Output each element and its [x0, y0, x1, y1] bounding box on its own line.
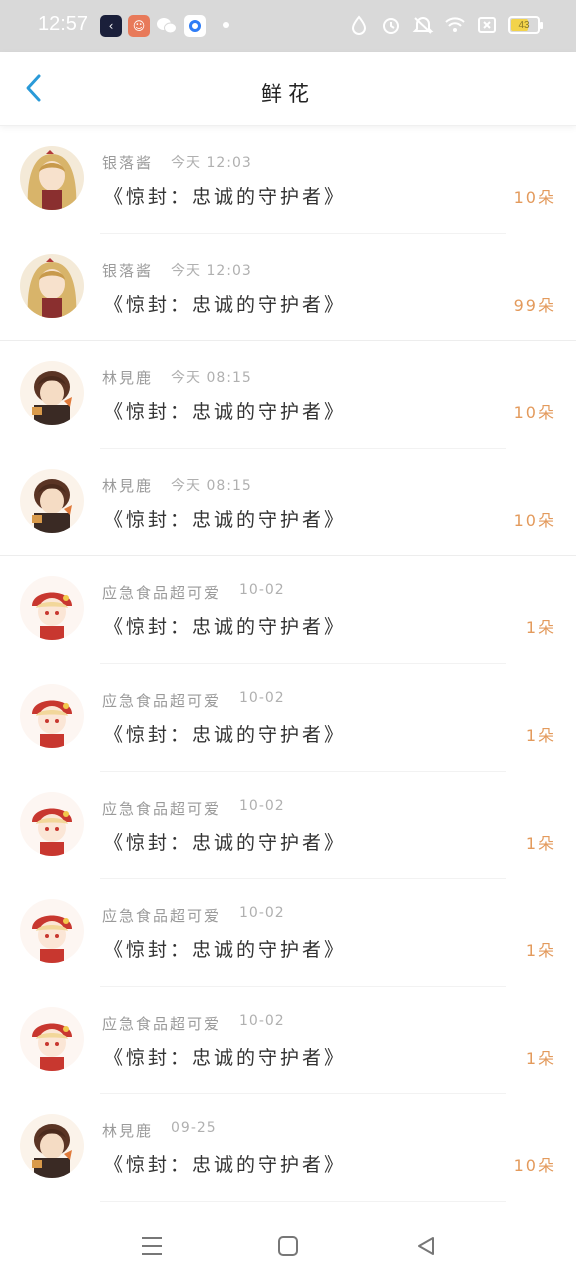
- flower-count: 1朵: [525, 725, 556, 745]
- battery-icon: 43: [508, 16, 543, 34]
- alarm-icon: [380, 14, 402, 36]
- sender-name[interactable]: 林見鹿: [102, 475, 153, 496]
- book-title[interactable]: 《惊封：忠诚的守护者》: [104, 1043, 346, 1070]
- list-item[interactable]: 银落酱 今天 12:03 《惊封：忠诚的守护者》 10朵: [0, 126, 576, 234]
- sender-name[interactable]: 银落酱: [102, 152, 153, 173]
- flower-count: 1朵: [525, 833, 556, 853]
- item-meta: 应急食品超可爱 10-02: [102, 798, 285, 819]
- status-bar: 12:57 ‹ ☺ 43: [0, 0, 576, 52]
- page-title: 鲜花: [261, 82, 315, 106]
- book-title[interactable]: 《惊封：忠诚的守护者》: [104, 720, 346, 747]
- recent-apps-button[interactable]: [138, 1232, 166, 1260]
- avatar[interactable]: [20, 146, 84, 210]
- send-time: 10-02: [239, 689, 285, 706]
- list-item[interactable]: 应急食品超可爱 10-02 《惊封：忠诚的守护者》 1朵: [0, 987, 576, 1095]
- item-meta: 林見鹿 今天 08:15: [102, 475, 252, 496]
- item-meta: 应急食品超可爱 10-02: [102, 582, 285, 603]
- flower-count: 10朵: [513, 403, 556, 423]
- item-meta: 应急食品超可爱 10-02: [102, 1013, 285, 1034]
- book-title[interactable]: 《惊封：忠诚的守护者》: [104, 290, 346, 317]
- sender-name[interactable]: 应急食品超可爱: [102, 905, 221, 926]
- home-button[interactable]: [274, 1232, 302, 1260]
- avatar[interactable]: [20, 361, 84, 426]
- send-time: 今天 08:15: [171, 370, 252, 387]
- flower-count: 1朵: [525, 941, 556, 961]
- mute-icon: [412, 14, 434, 36]
- sender-name[interactable]: 林見鹿: [102, 367, 153, 388]
- no-sim-icon: [476, 14, 498, 36]
- book-title[interactable]: 《惊封：忠诚的守护者》: [104, 397, 346, 424]
- avatar[interactable]: [20, 468, 84, 533]
- item-meta: 应急食品超可爱 10-02: [102, 905, 285, 926]
- triangle-back-icon: [418, 1237, 434, 1255]
- back-nav-button[interactable]: [412, 1232, 440, 1260]
- avatar[interactable]: [20, 253, 84, 318]
- system-nav-bar: [0, 1210, 576, 1280]
- avatar[interactable]: [20, 1006, 84, 1071]
- sender-name[interactable]: 应急食品超可爱: [102, 582, 221, 603]
- avatar[interactable]: [20, 791, 84, 856]
- notification-icons: ‹ ☺: [100, 15, 206, 37]
- flower-count: 10朵: [513, 510, 556, 530]
- book-title[interactable]: 《惊封：忠诚的守护者》: [104, 828, 346, 855]
- menu-icon: [142, 1237, 162, 1255]
- divider: [100, 1200, 506, 1202]
- avatar[interactable]: [20, 1114, 84, 1179]
- send-time: 10-02: [239, 797, 285, 814]
- battery-level: 43: [518, 19, 530, 31]
- book-title[interactable]: 《惊封：忠诚的守护者》: [104, 505, 346, 532]
- sender-name[interactable]: 林見鹿: [102, 1120, 153, 1141]
- app-icon-avatar: ☺: [128, 15, 150, 37]
- send-time: 今天 12:03: [171, 155, 252, 171]
- item-meta: 林見鹿 09-25: [102, 1120, 217, 1141]
- list-item[interactable]: 应急食品超可爱 10-02 《惊封：忠诚的守护者》 1朵: [0, 664, 576, 772]
- data-saver-icon: [348, 14, 370, 36]
- page-header: 鲜花: [0, 52, 576, 126]
- browser-icon: [184, 15, 206, 37]
- item-meta: 林見鹿 今天 08:15: [102, 367, 252, 388]
- status-time: 12:57: [38, 13, 89, 35]
- wechat-icon: [156, 15, 178, 37]
- more-notifications-dot: [223, 22, 229, 28]
- sender-name[interactable]: 应急食品超可爱: [102, 1013, 221, 1034]
- app-icon-dark: ‹: [100, 15, 122, 37]
- flower-count: 1朵: [525, 618, 556, 638]
- list-item[interactable]: 林見鹿 09-25 《惊封：忠诚的守护者》 10朵: [0, 1094, 576, 1202]
- list-item[interactable]: 应急食品超可爱 10-02 《惊封：忠诚的守护者》 1朵: [0, 879, 576, 987]
- list-item[interactable]: 应急食品超可爱 10-02 《惊封：忠诚的守护者》 1朵: [0, 556, 576, 664]
- avatar[interactable]: [20, 899, 84, 964]
- list-item[interactable]: 林見鹿 今天 08:15 《惊封：忠诚的守护者》 10朵: [0, 341, 576, 449]
- send-time: 10-02: [239, 905, 285, 922]
- flower-count: 10朵: [513, 1156, 556, 1176]
- send-time: 今天 08:15: [171, 477, 252, 494]
- book-title[interactable]: 《惊封：忠诚的守护者》: [104, 1150, 346, 1177]
- wifi-icon: [444, 14, 466, 36]
- list-item[interactable]: 银落酱 今天 12:03 《惊封：忠诚的守护者》 99朵: [0, 234, 576, 342]
- flower-gift-list: 银落酱 今天 12:03 《惊封：忠诚的守护者》 10朵 银落酱 今天 12:03 《惊封：…: [0, 126, 576, 1202]
- book-title[interactable]: 《惊封：忠诚的守护者》: [104, 612, 346, 639]
- item-meta: 应急食品超可爱 10-02: [102, 690, 285, 711]
- sender-name[interactable]: 应急食品超可爱: [102, 798, 221, 819]
- list-item[interactable]: 应急食品超可爱 10-02 《惊封：忠诚的守护者》 1朵: [0, 772, 576, 880]
- square-icon: [278, 1236, 298, 1256]
- avatar[interactable]: [20, 576, 84, 641]
- flower-count: 99朵: [513, 295, 556, 315]
- list-item[interactable]: 林見鹿 今天 08:15 《惊封：忠诚的守护者》 10朵: [0, 449, 576, 557]
- sender-name[interactable]: 银落酱: [102, 260, 153, 281]
- system-status-icons: 43: [348, 14, 543, 36]
- send-time: 09-25: [171, 1120, 217, 1137]
- send-time: 10-02: [239, 1012, 285, 1029]
- sender-name[interactable]: 应急食品超可爱: [102, 690, 221, 711]
- book-title[interactable]: 《惊封：忠诚的守护者》: [104, 182, 346, 209]
- item-meta: 银落酱 今天 12:03: [102, 260, 252, 281]
- item-meta: 银落酱 今天 12:03: [102, 152, 252, 173]
- flower-count: 10朵: [513, 188, 556, 207]
- book-title[interactable]: 《惊封：忠诚的守护者》: [104, 935, 346, 962]
- flower-count: 1朵: [525, 1048, 556, 1068]
- avatar[interactable]: [20, 683, 84, 748]
- send-time: 今天 12:03: [171, 262, 252, 279]
- send-time: 10-02: [239, 582, 285, 599]
